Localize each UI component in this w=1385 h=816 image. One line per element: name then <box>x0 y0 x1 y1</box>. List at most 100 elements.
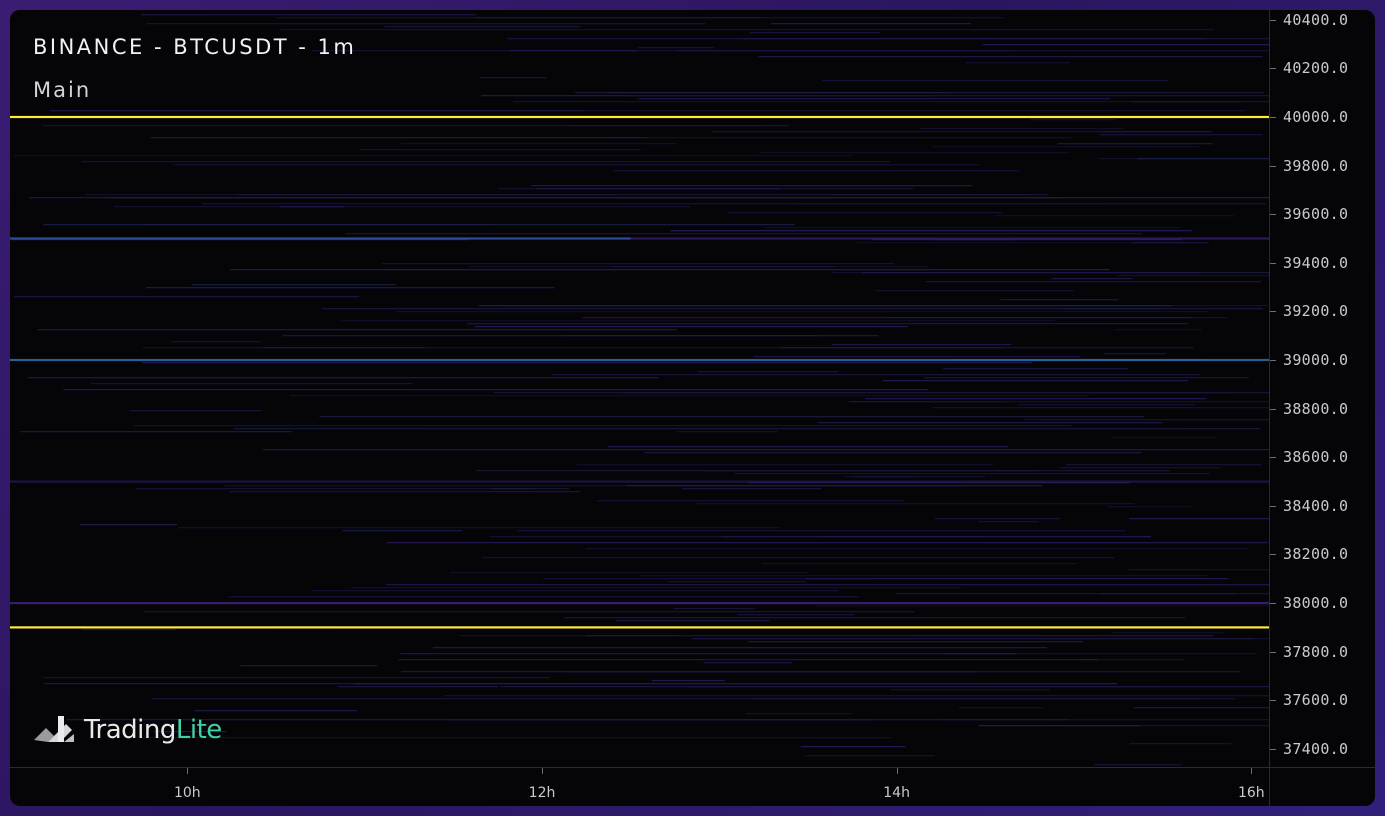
price-tick-label: 38200.0 <box>1283 545 1349 564</box>
liquidity-band <box>1111 632 1224 634</box>
liquidity-band <box>673 608 756 610</box>
liquidity-band <box>831 272 1201 274</box>
price-tick-mark <box>1270 359 1276 361</box>
liquidity-band <box>474 326 908 328</box>
order-book-heatmap[interactable] <box>10 10 1269 767</box>
liquidity-band <box>386 542 1267 544</box>
liquidity-band <box>677 431 778 433</box>
liquidity-band <box>507 38 1206 40</box>
liquidity-band <box>400 143 676 145</box>
time-tick-label: 14h <box>883 785 910 801</box>
liquidity-band <box>994 215 1235 217</box>
liquidity-band <box>1053 725 1269 727</box>
liquidity-level-40000-0 <box>10 115 1269 119</box>
liquidity-band <box>698 371 839 373</box>
liquidity-band <box>104 197 1269 199</box>
tradinglite-logo-icon <box>34 716 74 742</box>
liquidity-band <box>652 680 725 682</box>
price-axis[interactable]: 37400.0 37600.0 37800.0 38000.0 38200.0 38400… <box>1269 10 1375 767</box>
price-tick-label: 39200.0 <box>1283 302 1349 321</box>
price-tick-mark <box>1270 262 1276 264</box>
liquidity-band <box>613 170 1020 172</box>
liquidity-band <box>597 500 904 502</box>
liquidity-band <box>896 593 1269 595</box>
price-tick-mark <box>1270 165 1276 167</box>
liquidity-band <box>851 401 1003 403</box>
liquidity-band <box>1133 707 1269 709</box>
liquidity-band <box>682 488 822 490</box>
liquidity-band <box>1129 518 1269 520</box>
time-tick-mark <box>1251 768 1253 774</box>
liquidity-band <box>381 263 895 265</box>
liquidity-band <box>644 452 1142 454</box>
price-tick-label: 38800.0 <box>1283 399 1349 418</box>
liquidity-band <box>85 194 617 196</box>
liquidity-band <box>447 719 1069 721</box>
time-tick-mark <box>896 768 898 774</box>
liquidity-band <box>805 578 1229 580</box>
liquidity-band <box>531 185 973 187</box>
liquidity-band <box>172 164 980 166</box>
liquidity-band <box>280 29 1215 31</box>
price-tick-mark <box>1270 311 1276 313</box>
liquidity-band <box>758 152 1070 154</box>
time-tick-mark <box>187 768 189 774</box>
liquidity-band <box>1117 275 1269 277</box>
liquidity-band <box>1128 569 1269 571</box>
liquidity-band <box>611 266 835 268</box>
liquidity-band <box>564 617 1186 619</box>
time-axis[interactable]: 10h 12h 14h 16h <box>10 767 1269 806</box>
liquidity-band <box>1132 101 1269 103</box>
liquidity-band <box>509 50 638 52</box>
price-tick-mark <box>1270 408 1276 410</box>
price-tick-label: 39600.0 <box>1283 205 1349 224</box>
liquidity-band <box>734 473 1210 475</box>
liquidity-band <box>615 620 771 622</box>
liquidity-band <box>543 578 869 580</box>
liquidity-band <box>935 518 1060 520</box>
liquidity-band <box>149 737 892 739</box>
liquidity-band <box>133 425 1072 427</box>
liquidity-band <box>1051 278 1133 280</box>
liquidity-band <box>229 491 581 493</box>
liquidity-band <box>263 449 1269 451</box>
liquidity-band <box>749 32 881 34</box>
price-tick-label: 39400.0 <box>1283 253 1349 272</box>
time-tick-mark <box>542 768 543 774</box>
liquidity-band <box>1000 299 1119 301</box>
liquidity-band <box>311 590 839 592</box>
liquidity-band <box>289 395 1089 397</box>
liquidity-band <box>882 380 1189 382</box>
liquidity-band <box>479 77 547 79</box>
liquidity-band <box>445 695 1269 697</box>
liquidity-band <box>63 389 929 391</box>
liquidity-band <box>355 683 1117 685</box>
liquidity-band <box>1107 506 1193 508</box>
price-tick-label: 39800.0 <box>1283 156 1349 175</box>
heatmap-plot-area[interactable]: BINANCE - BTCUSDT - 1m Main TradingLite <box>10 10 1269 767</box>
liquidity-band <box>224 485 963 487</box>
price-tick-label: 38000.0 <box>1283 594 1349 612</box>
liquidity-band <box>711 131 1213 133</box>
price-tick-label: 40000.0 <box>1283 107 1349 126</box>
liquidity-band <box>932 146 1200 148</box>
liquidity-band <box>1114 329 1202 331</box>
liquidity-band <box>585 548 1248 550</box>
price-tick-mark <box>1270 748 1276 750</box>
liquidity-band <box>919 128 1124 130</box>
liquidity-band <box>202 203 1112 205</box>
liquidity-band <box>608 446 1008 448</box>
liquidity-band <box>398 659 1099 661</box>
liquidity-band <box>90 383 412 385</box>
liquidity-band <box>356 110 1245 112</box>
liquidity-band <box>958 707 1045 709</box>
price-tick-mark <box>1270 214 1276 216</box>
liquidity-band <box>425 428 1186 430</box>
price-tick-mark <box>1270 19 1276 21</box>
liquidity-band <box>319 416 1145 418</box>
liquidity-band <box>818 422 1162 424</box>
liquidity-band <box>345 233 1142 235</box>
time-tick-label: 16h <box>1237 785 1265 801</box>
liquidity-band <box>1094 764 1181 766</box>
liquidity-band <box>822 80 1168 82</box>
